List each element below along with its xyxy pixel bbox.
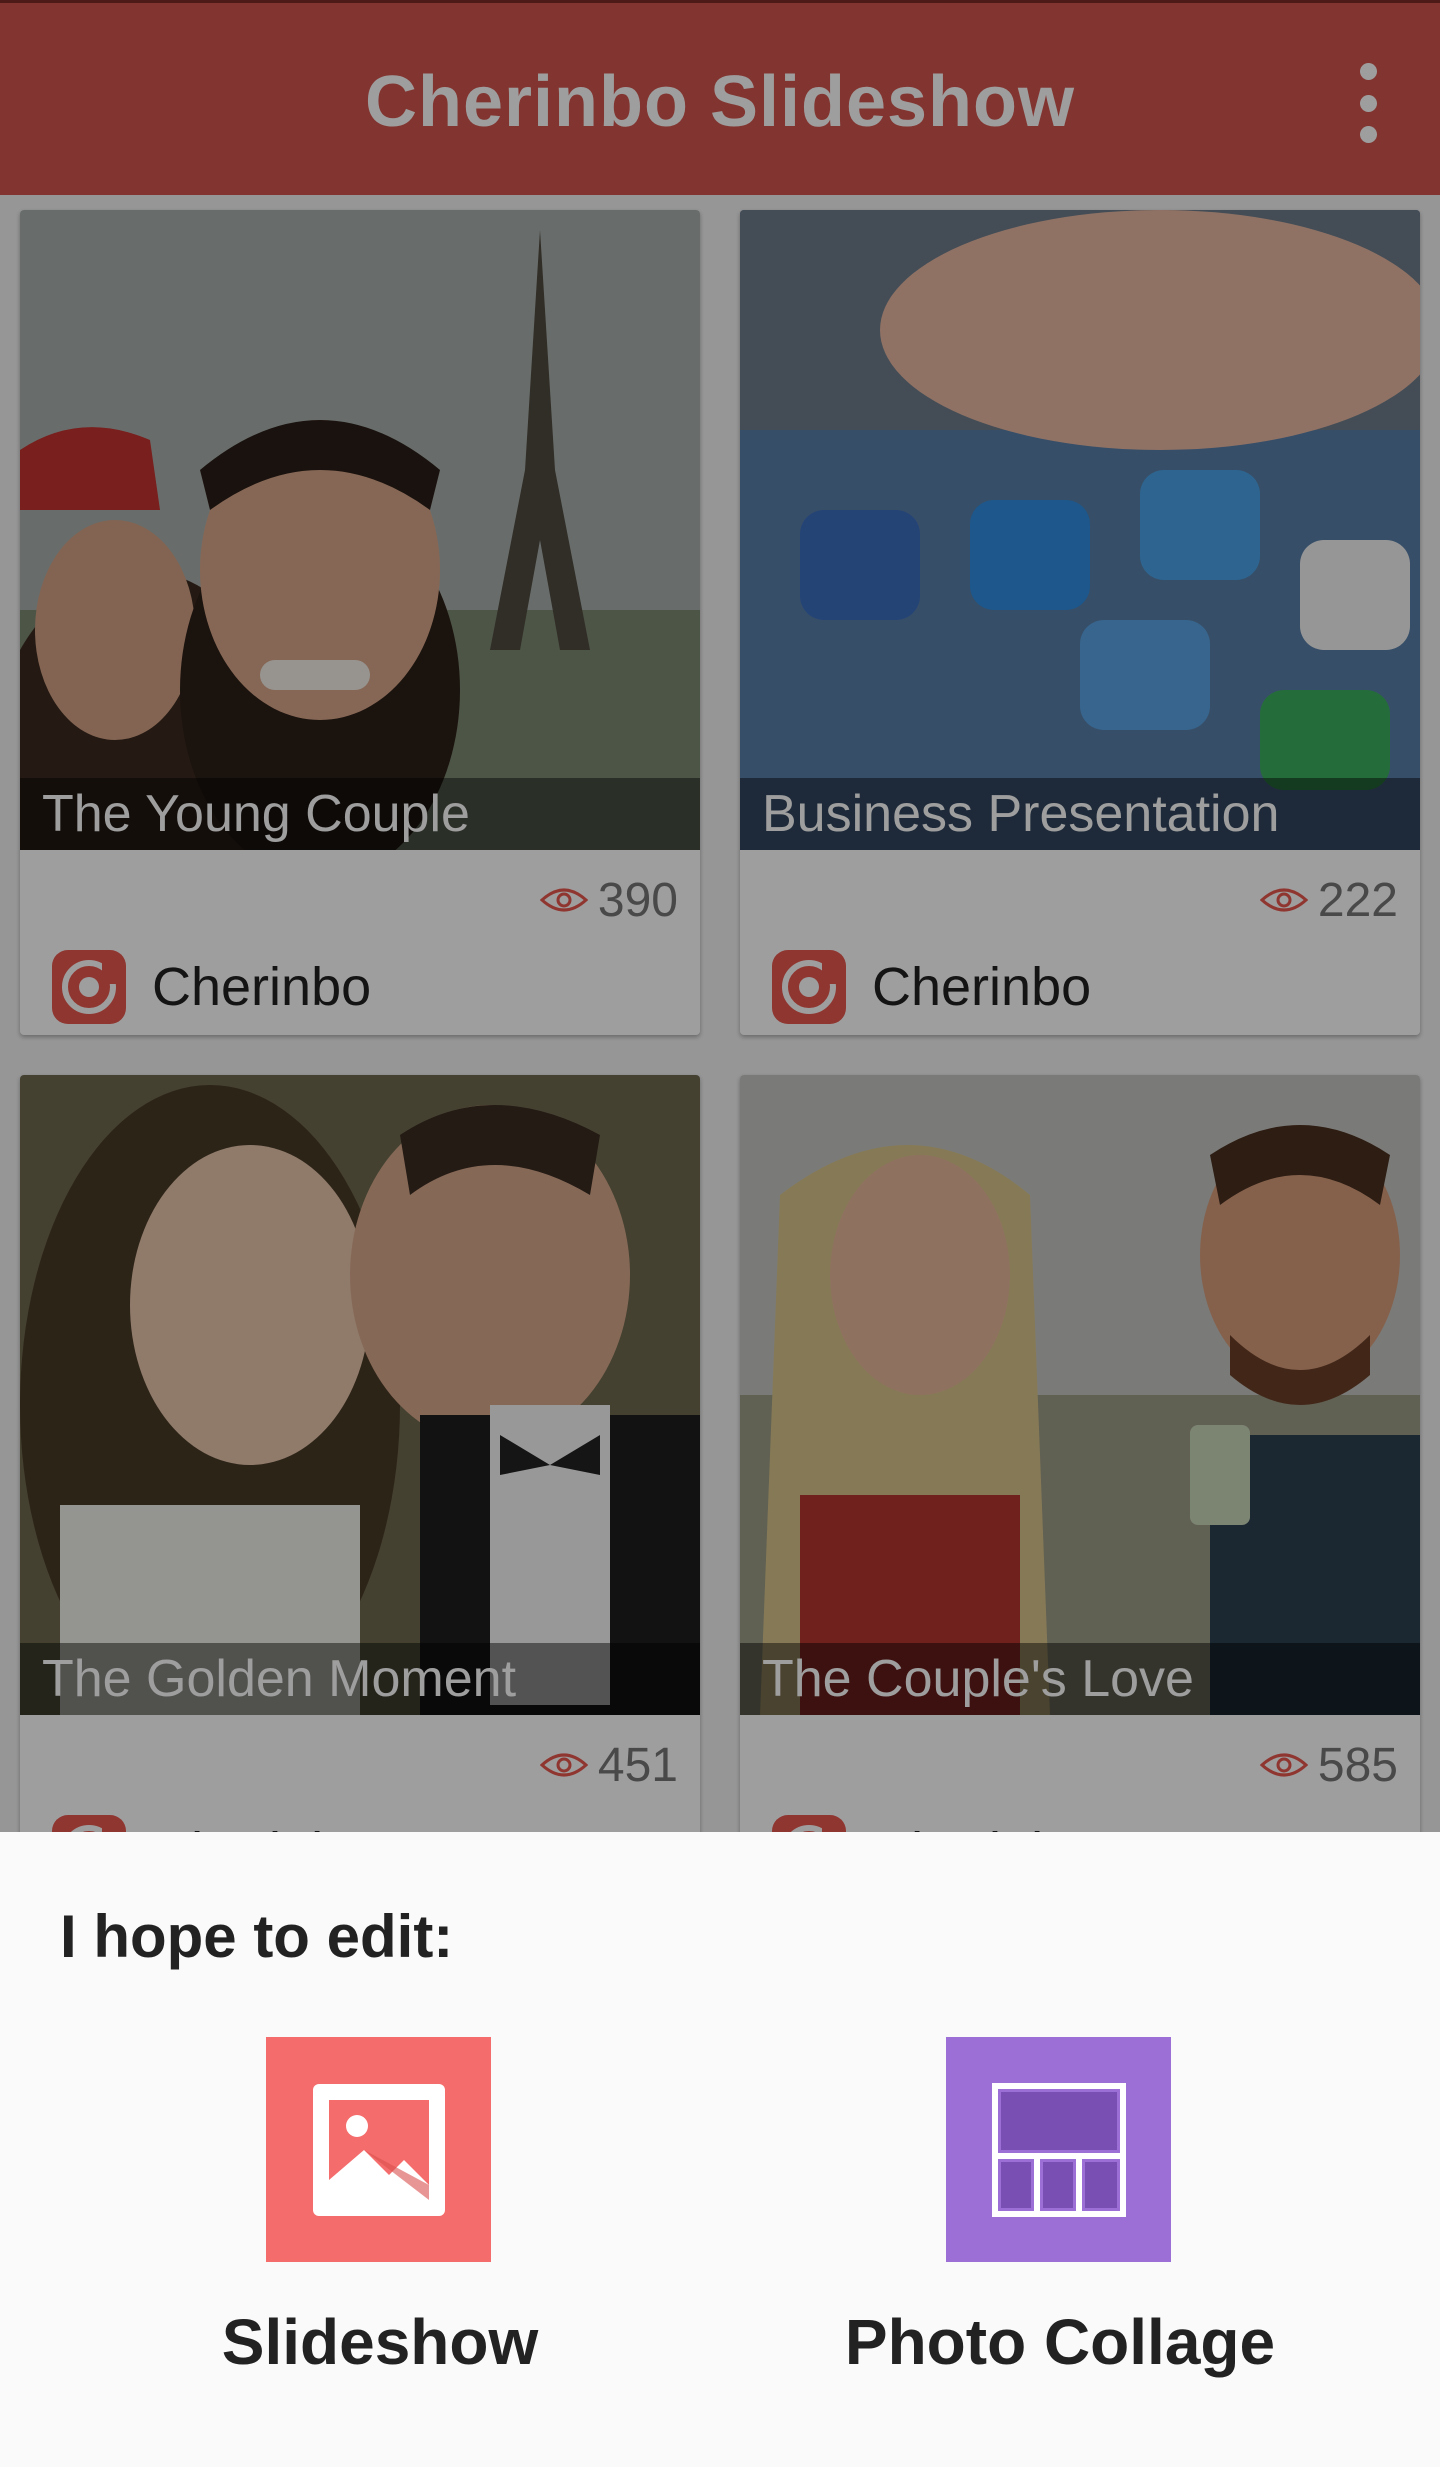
collage-icon: [991, 2082, 1126, 2217]
photo-collage-option[interactable]: Photo Collage: [810, 2037, 1310, 2437]
slideshow-option[interactable]: Slideshow: [130, 2037, 630, 2437]
scrim-overlay[interactable]: [0, 0, 1440, 1832]
slideshow-tile[interactable]: [266, 2037, 491, 2262]
sheet-heading: I hope to edit:: [60, 1903, 454, 1970]
edit-bottom-sheet: I hope to edit: Slideshow Photo Collage: [0, 1832, 1440, 2467]
image-icon: [312, 2083, 445, 2216]
photo-collage-tile[interactable]: [946, 2037, 1171, 2262]
slideshow-label: Slideshow: [221, 2306, 539, 2378]
photo-collage-label: Photo Collage: [844, 2306, 1276, 2378]
